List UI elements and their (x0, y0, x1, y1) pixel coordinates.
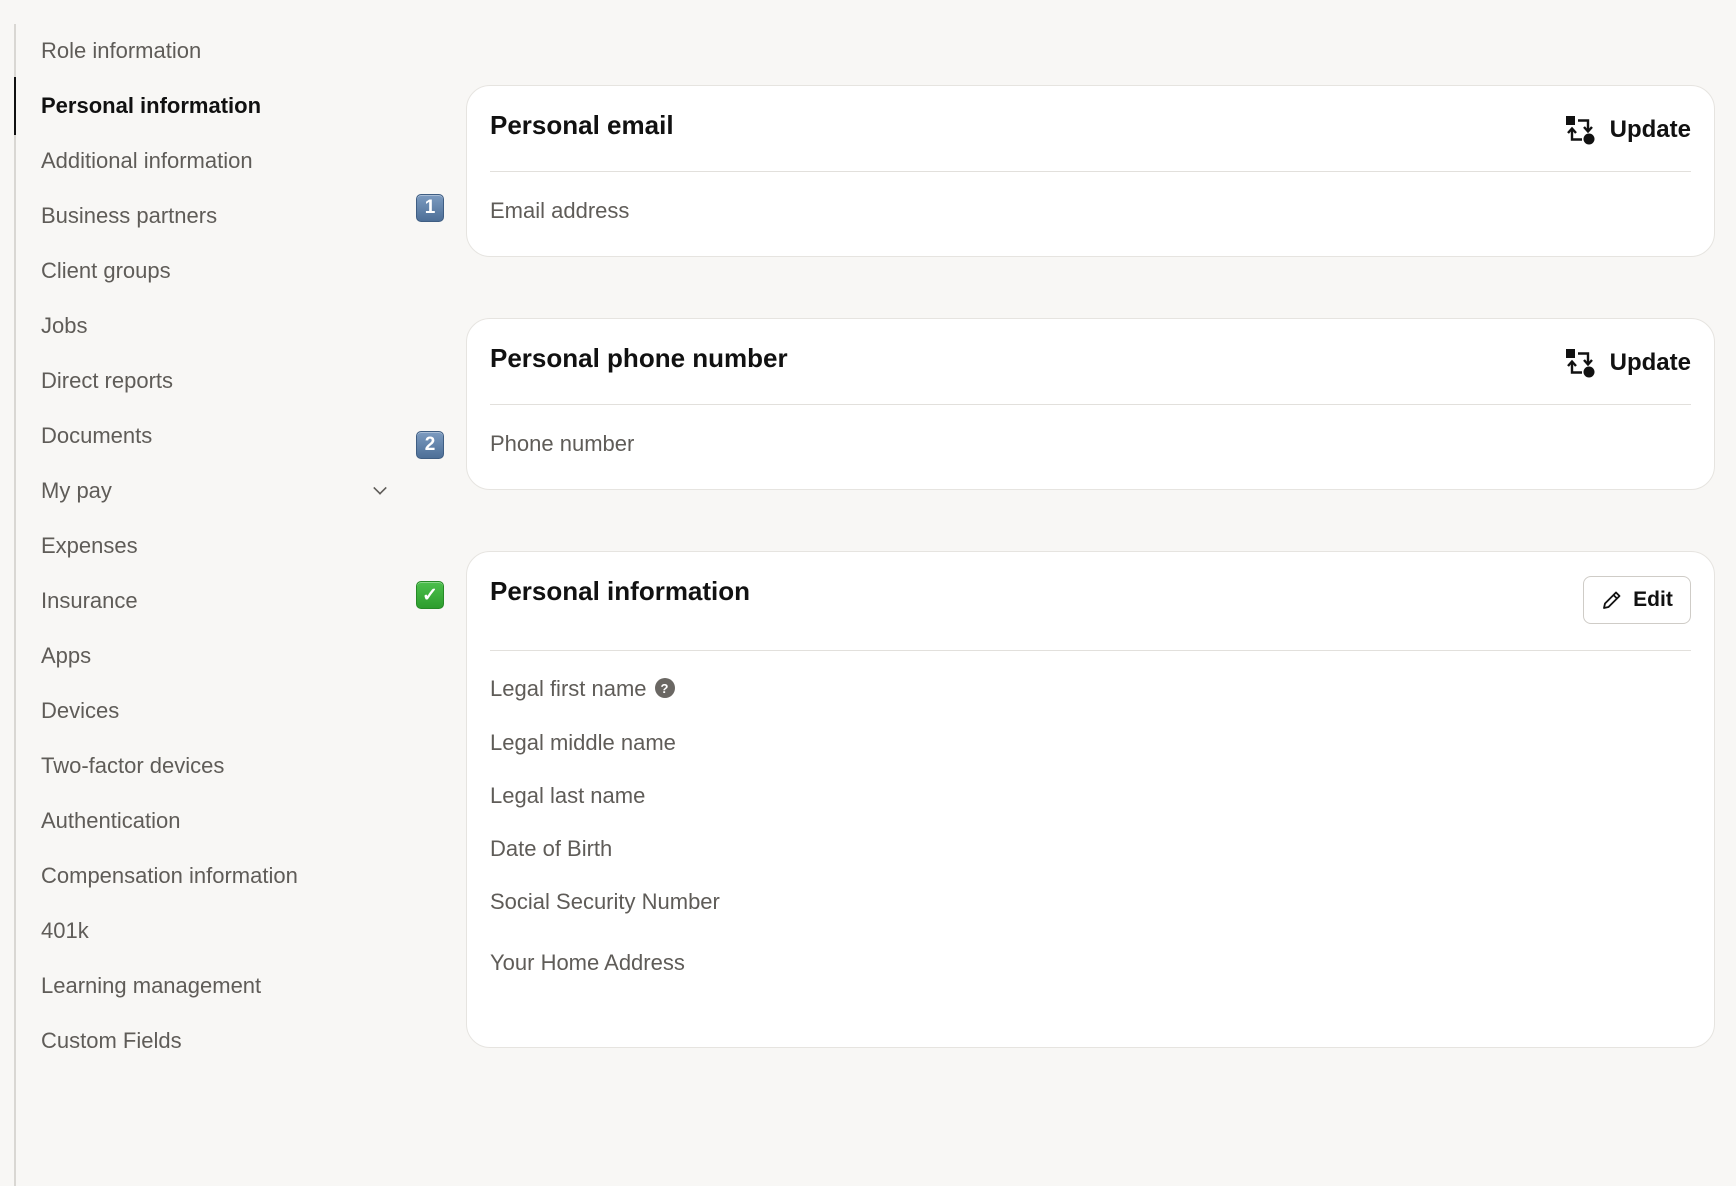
check-mark-icon: ✓ (416, 581, 444, 609)
update-swap-icon (1565, 349, 1595, 378)
legal-last-name-label: Legal last name (490, 783, 646, 808)
sidebar-item-label: Learning management (41, 973, 262, 998)
sidebar-item-direct-reports[interactable]: Direct reports (14, 352, 394, 410)
app-root: Role information Personal information Ad… (0, 0, 1736, 1186)
number-badge-2: 2 (416, 431, 444, 459)
sidebar-item-401k[interactable]: 401k (14, 902, 394, 960)
sidebar-item-jobs[interactable]: Jobs (14, 297, 394, 355)
sidebar-item-custom-fields[interactable]: Custom Fields (14, 1012, 394, 1070)
date-of-birth-label: Date of Birth (490, 836, 613, 861)
home-address-label: Your Home Address (490, 950, 685, 975)
sidebar-item-apps[interactable]: Apps (14, 627, 394, 685)
card-title: Personal phone number (490, 343, 788, 373)
sidebar-item-label: Client groups (41, 258, 171, 283)
sidebar-item-role-information[interactable]: Role information (14, 22, 394, 80)
edit-button-label: Edit (1633, 588, 1673, 611)
update-phone-button[interactable]: Update (1564, 343, 1691, 383)
card-divider (490, 650, 1691, 651)
email-address-label: Email address (490, 198, 630, 223)
edit-button[interactable]: Edit (1583, 576, 1691, 624)
sidebar-item-label: 401k (41, 918, 89, 943)
sidebar-item-label: Compensation information (41, 863, 298, 888)
number-badge-1: 1 (416, 194, 444, 222)
update-swap-icon (1565, 116, 1595, 145)
sidebar-item-compensation-information[interactable]: Compensation information (14, 847, 394, 905)
card-divider (490, 404, 1691, 405)
sidebar-item-label: Devices (41, 698, 120, 723)
sidebar-item-label: Direct reports (41, 368, 174, 393)
phone-number-label: Phone number (490, 431, 635, 456)
sidebar-item-label: Personal information (41, 93, 262, 118)
personal-email-card: Personal email Update Email address (466, 85, 1715, 257)
sidebar-item-label: Authentication (41, 808, 181, 833)
update-email-button[interactable]: Update (1564, 110, 1691, 150)
update-button-label: Update (1609, 116, 1691, 143)
sidebar-nav: Role information Personal information Ad… (14, 24, 414, 1186)
pencil-icon (1603, 591, 1621, 609)
update-button-label: Update (1609, 349, 1691, 376)
sidebar-item-label: Role information (41, 38, 202, 63)
sidebar-item-expenses[interactable]: Expenses (14, 517, 394, 575)
sidebar-item-label: Insurance (41, 588, 138, 613)
sidebar-item-label: My pay (41, 478, 112, 503)
card-title: Personal information (490, 576, 751, 606)
question-icon[interactable]: ? (654, 678, 675, 699)
sidebar-item-my-pay[interactable]: My pay (14, 462, 394, 520)
sidebar-item-label: Apps (41, 643, 92, 668)
sidebar-item-label: Additional information (41, 148, 253, 173)
social-security-number-label: Social Security Number (490, 889, 720, 914)
chevron-down-icon[interactable] (373, 481, 387, 495)
sidebar-item-business-partners[interactable]: Business partners (14, 187, 394, 245)
sidebar-item-label: Documents (41, 423, 153, 448)
sidebar-item-label: Two-factor devices (41, 753, 225, 778)
card-divider (490, 171, 1691, 172)
personal-phone-card: Personal phone number Update Phone numbe… (466, 318, 1715, 490)
sidebar-item-client-groups[interactable]: Client groups (14, 242, 394, 300)
sidebar-item-insurance[interactable]: Insurance (14, 572, 394, 630)
sidebar-item-authentication[interactable]: Authentication (14, 792, 394, 850)
legal-first-name-label: Legal first name? (490, 676, 675, 702)
sidebar-item-label: Business partners (41, 203, 218, 228)
sidebar-item-two-factor-devices[interactable]: Two-factor devices (14, 737, 394, 795)
card-title: Personal email (490, 110, 674, 140)
personal-information-card: Personal information Edit Legal first na… (466, 551, 1715, 1048)
sidebar-item-devices[interactable]: Devices (14, 682, 394, 740)
sidebar-item-label: Custom Fields (41, 1028, 182, 1053)
sidebar-item-label: Expenses (41, 533, 138, 558)
sidebar-item-personal-information[interactable]: Personal information (14, 77, 394, 135)
sidebar-item-additional-information[interactable]: Additional information (14, 132, 394, 190)
sidebar-item-learning-management[interactable]: Learning management (14, 957, 394, 1015)
sidebar-item-documents[interactable]: Documents (14, 407, 394, 465)
sidebar-item-label: Jobs (41, 313, 88, 338)
legal-middle-name-label: Legal middle name (490, 730, 676, 755)
field-label-text: Legal first name (490, 676, 647, 701)
